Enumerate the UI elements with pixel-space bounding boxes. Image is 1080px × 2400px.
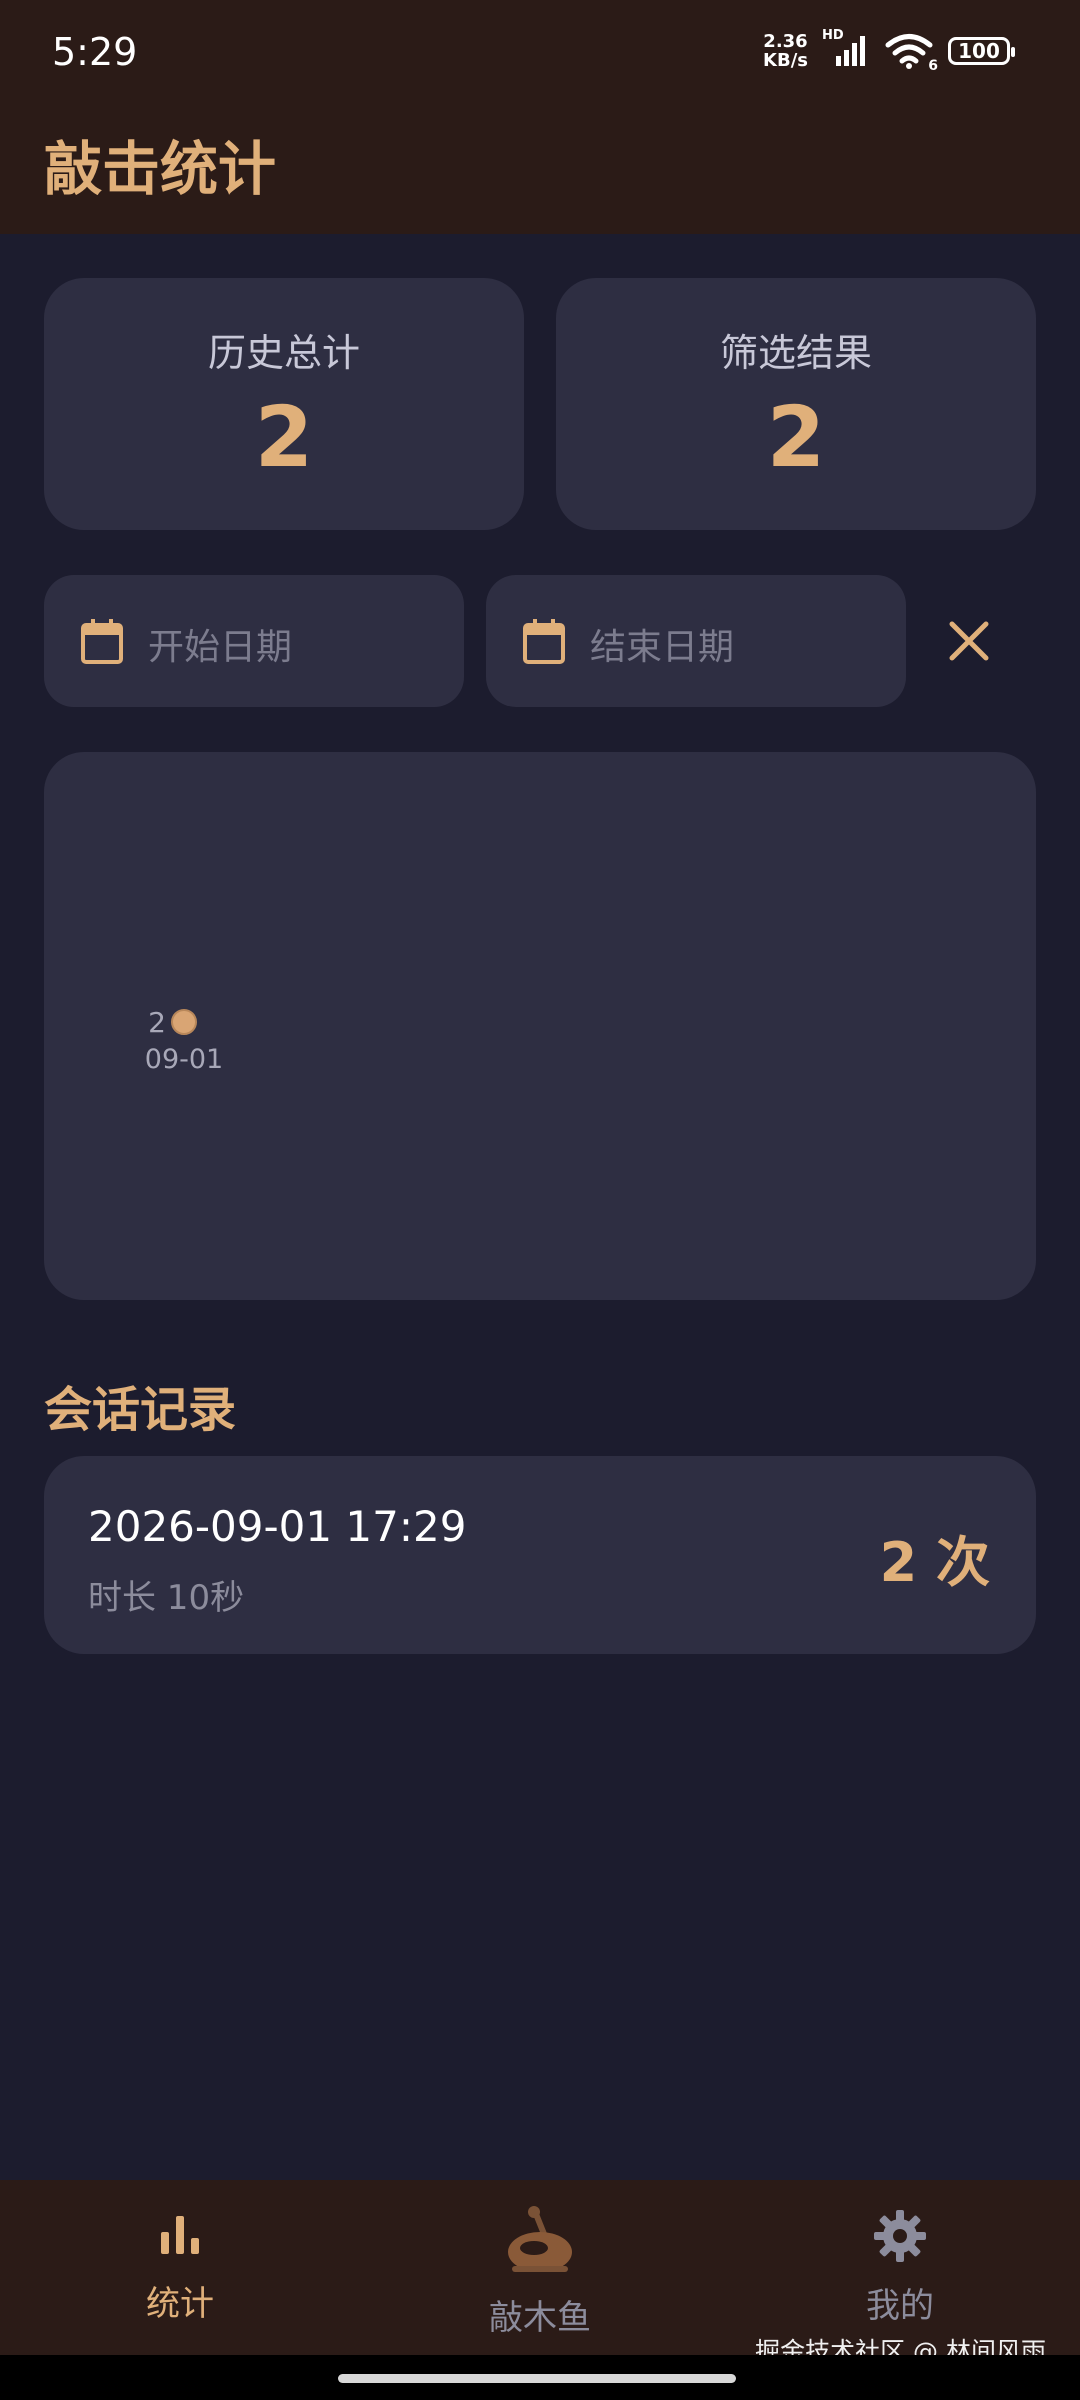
chart-plot: 2 09-01 — [145, 1006, 223, 1075]
close-icon — [947, 619, 991, 667]
total-count-label: 历史总计 — [207, 331, 360, 375]
wooden-fish-icon — [360, 2206, 720, 2276]
start-date-field[interactable]: 开始日期 — [44, 575, 464, 707]
session-item[interactable]: 2026-09-01 17:29 时长 10秒 2 次 — [44, 1456, 1036, 1654]
data-label: 2 — [148, 1006, 166, 1039]
calendar-icon — [522, 617, 566, 669]
end-date-field[interactable]: 结束日期 — [486, 575, 906, 707]
start-date-placeholder: 开始日期 — [148, 627, 293, 668]
calendar-icon — [80, 617, 124, 669]
bar-chart-icon — [0, 2214, 360, 2254]
network-speed-value: 2.36 — [763, 31, 808, 52]
nav-item-stats[interactable]: 统计 — [0, 2180, 360, 2355]
x-tick-label: 09-01 — [145, 1044, 223, 1075]
hits-chart: 2 09-01 — [44, 752, 1036, 1300]
data-point — [171, 1009, 197, 1035]
wifi-icon: 6 — [884, 32, 938, 74]
network-speed: 2.36 KB/s — [763, 32, 808, 70]
nav-label-wooden-fish: 敲木鱼 — [489, 2298, 591, 2338]
nav-item-profile[interactable]: 我的 — [720, 2180, 1080, 2355]
page-title: 敲击统计 — [44, 135, 277, 203]
network-speed-unit: KB/s — [763, 50, 808, 71]
wifi-badge: 6 — [928, 58, 938, 74]
end-date-placeholder: 结束日期 — [590, 627, 735, 668]
filtered-count-label: 筛选结果 — [719, 331, 872, 375]
session-duration: 时长 10秒 — [88, 1578, 245, 1618]
signal-icon: HD — [822, 28, 870, 68]
bottom-nav: 统计 敲木鱼 我的 — [0, 2180, 1080, 2355]
filtered-count-card: 筛选结果 2 — [556, 278, 1036, 530]
session-datetime: 2026-09-01 17:29 — [88, 1502, 467, 1551]
home-indicator[interactable] — [338, 2374, 736, 2383]
total-count-value: 2 — [254, 388, 314, 486]
session-section-title: 会话记录 — [44, 1382, 237, 1438]
clear-filter-button[interactable] — [934, 608, 1004, 678]
status-icons: 2.36 KB/s HD 6 100 — [763, 28, 1015, 74]
nav-label-stats: 统计 — [146, 2284, 214, 2324]
battery-icon: 100 — [948, 37, 1015, 65]
total-count-card: 历史总计 2 — [44, 278, 524, 530]
nav-label-profile: 我的 — [866, 2286, 934, 2326]
session-hit-count: 2 次 — [879, 1531, 990, 1594]
status-time: 5:29 — [52, 30, 138, 74]
gear-icon — [720, 2208, 1080, 2264]
app-bar: 敲击统计 — [0, 100, 1080, 234]
status-bar: 5:29 2.36 KB/s HD 6 100 — [0, 0, 1080, 100]
battery-level: 100 — [958, 39, 1000, 63]
hd-label: HD — [822, 28, 844, 43]
filtered-count-value: 2 — [766, 388, 826, 486]
nav-item-wooden-fish[interactable]: 敲木鱼 — [360, 2180, 720, 2355]
